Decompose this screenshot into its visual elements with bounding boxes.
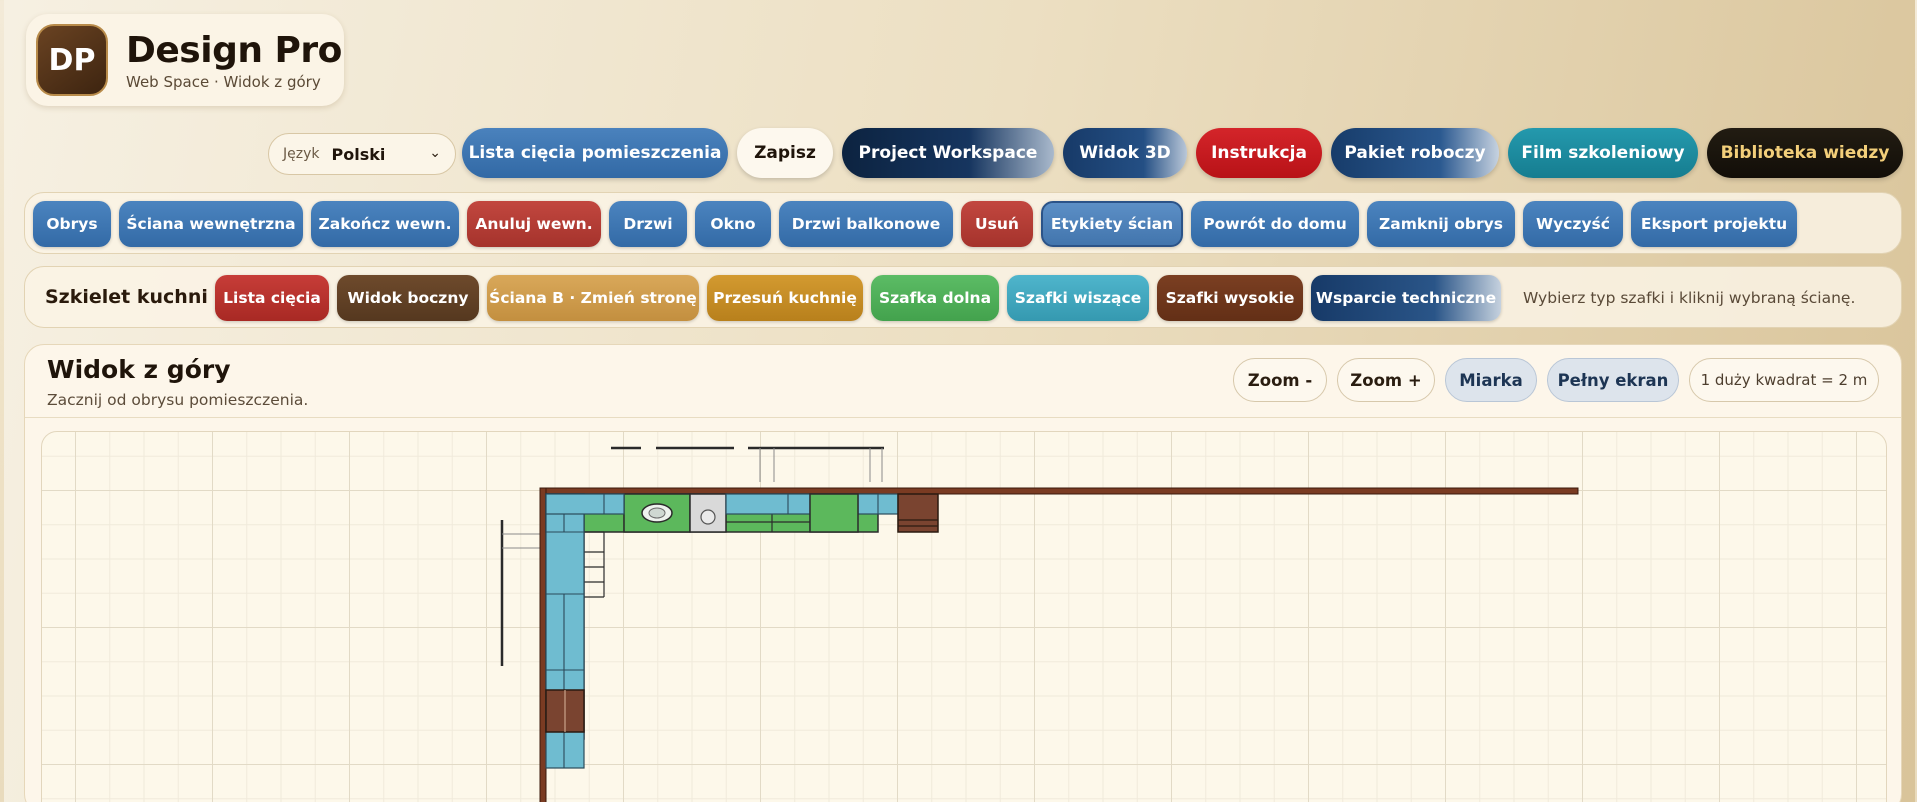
drawing-toolbar: Obrys Ściana wewnętrzna Zakończ wewn. An…: [24, 192, 1902, 254]
cut-list-button[interactable]: Lista cięcia: [215, 275, 329, 321]
chevron-down-icon: ⌄: [429, 145, 441, 161]
brand: DP Design Pro Web Space · Widok z góry: [26, 14, 344, 106]
kitchen-title: Szkielet kuchni: [45, 286, 208, 308]
language-label: Język: [283, 146, 320, 162]
move-kitchen-button[interactable]: Przesuń kuchnię: [707, 275, 863, 321]
base-cabinet-button[interactable]: Szafka dolna: [871, 275, 999, 321]
view-title: Widok z góry: [47, 355, 231, 384]
zoom-in-button[interactable]: Zoom +: [1337, 358, 1435, 402]
outline-button[interactable]: Obrys: [33, 201, 111, 247]
brand-title: Design Pro: [126, 29, 342, 71]
kitchen-hint: Wybierz typ szafki i kliknij wybraną ści…: [1523, 289, 1856, 307]
door-button[interactable]: Drzwi: [609, 201, 687, 247]
work-package-button[interactable]: Pakiet roboczy: [1331, 128, 1499, 178]
top-nav: Język Polski ⌄ Lista cięcia pomieszczeni…: [4, 128, 1917, 180]
app-frame: DP Design Pro Web Space · Widok z góry J…: [4, 0, 1915, 802]
brand-subtitle: Web Space · Widok z góry: [126, 72, 321, 91]
language-select[interactable]: Język Polski ⌄: [268, 133, 456, 175]
kitchen-toolbar: Szkielet kuchni Lista cięcia Widok boczn…: [24, 266, 1902, 328]
wall-cabinet-top: [725, 493, 811, 515]
window-button[interactable]: Okno: [695, 201, 771, 247]
scale-badge: 1 duży kwadrat = 2 m: [1689, 358, 1879, 402]
cut-list-room-button[interactable]: Lista cięcia pomieszczenia: [462, 128, 728, 178]
cancel-inner-button[interactable]: Anuluj wewn.: [467, 201, 601, 247]
delete-button[interactable]: Usuń: [961, 201, 1033, 247]
zoom-out-button[interactable]: Zoom -: [1233, 358, 1327, 402]
measure-button[interactable]: Miarka: [1445, 358, 1537, 402]
tall-cabinets-button[interactable]: Szafki wysokie: [1157, 275, 1303, 321]
wall-labels-button[interactable]: Etykiety ścian: [1041, 201, 1183, 247]
finish-inner-button[interactable]: Zakończ wewn.: [311, 201, 459, 247]
inner-wall-button[interactable]: Ściana wewnętrzna: [119, 201, 303, 247]
top-view-canvas[interactable]: [41, 431, 1887, 802]
wall-cabinets-button[interactable]: Szafki wiszące: [1007, 275, 1149, 321]
back-home-button[interactable]: Powrót do domu: [1191, 201, 1359, 247]
view-3d-button[interactable]: Widok 3D: [1063, 128, 1187, 178]
top-view-panel: Widok z góry Zacznij od obrysu pomieszcz…: [24, 344, 1902, 802]
card-divider: [25, 417, 1901, 418]
clear-button[interactable]: Wyczyść: [1523, 201, 1623, 247]
base-cabinet: [809, 493, 859, 533]
brand-logo: DP: [36, 24, 108, 96]
view-subtitle: Zacznij od obrysu pomieszczenia.: [47, 391, 309, 409]
close-outline-button[interactable]: Zamknij obrys: [1367, 201, 1515, 247]
sink-basin: [648, 507, 666, 519]
door-leads: [502, 533, 542, 549]
wall-cabinet-top: [545, 493, 625, 515]
save-button[interactable]: Zapisz: [737, 128, 833, 178]
wall-top: [540, 487, 1579, 495]
wall-left: [539, 487, 547, 802]
wall-b-switch-side-button[interactable]: Ściana B · Zmień stronę: [487, 275, 699, 321]
window-leads: [759, 448, 883, 482]
training-video-button[interactable]: Film szkoleniowy: [1508, 128, 1698, 178]
wall-cabinets: [545, 493, 899, 769]
knowledge-base-button[interactable]: Biblioteka wiedzy: [1707, 128, 1903, 178]
export-project-button[interactable]: Eksport projektu: [1631, 201, 1797, 247]
fullscreen-button[interactable]: Pełny ekran: [1547, 358, 1679, 402]
burner-icon: [700, 509, 716, 525]
floor-plan: [500, 446, 1579, 802]
tech-support-button[interactable]: Wsparcie techniczne: [1311, 275, 1501, 321]
language-value: Polski: [331, 144, 386, 164]
balcony-door-button[interactable]: Drzwi balkonowe: [779, 201, 953, 247]
instructions-button[interactable]: Instrukcja: [1196, 128, 1322, 178]
project-workspace-button[interactable]: Project Workspace: [842, 128, 1054, 178]
side-view-button[interactable]: Widok boczny: [337, 275, 479, 321]
wall-cabinet-dividers: [546, 494, 879, 768]
